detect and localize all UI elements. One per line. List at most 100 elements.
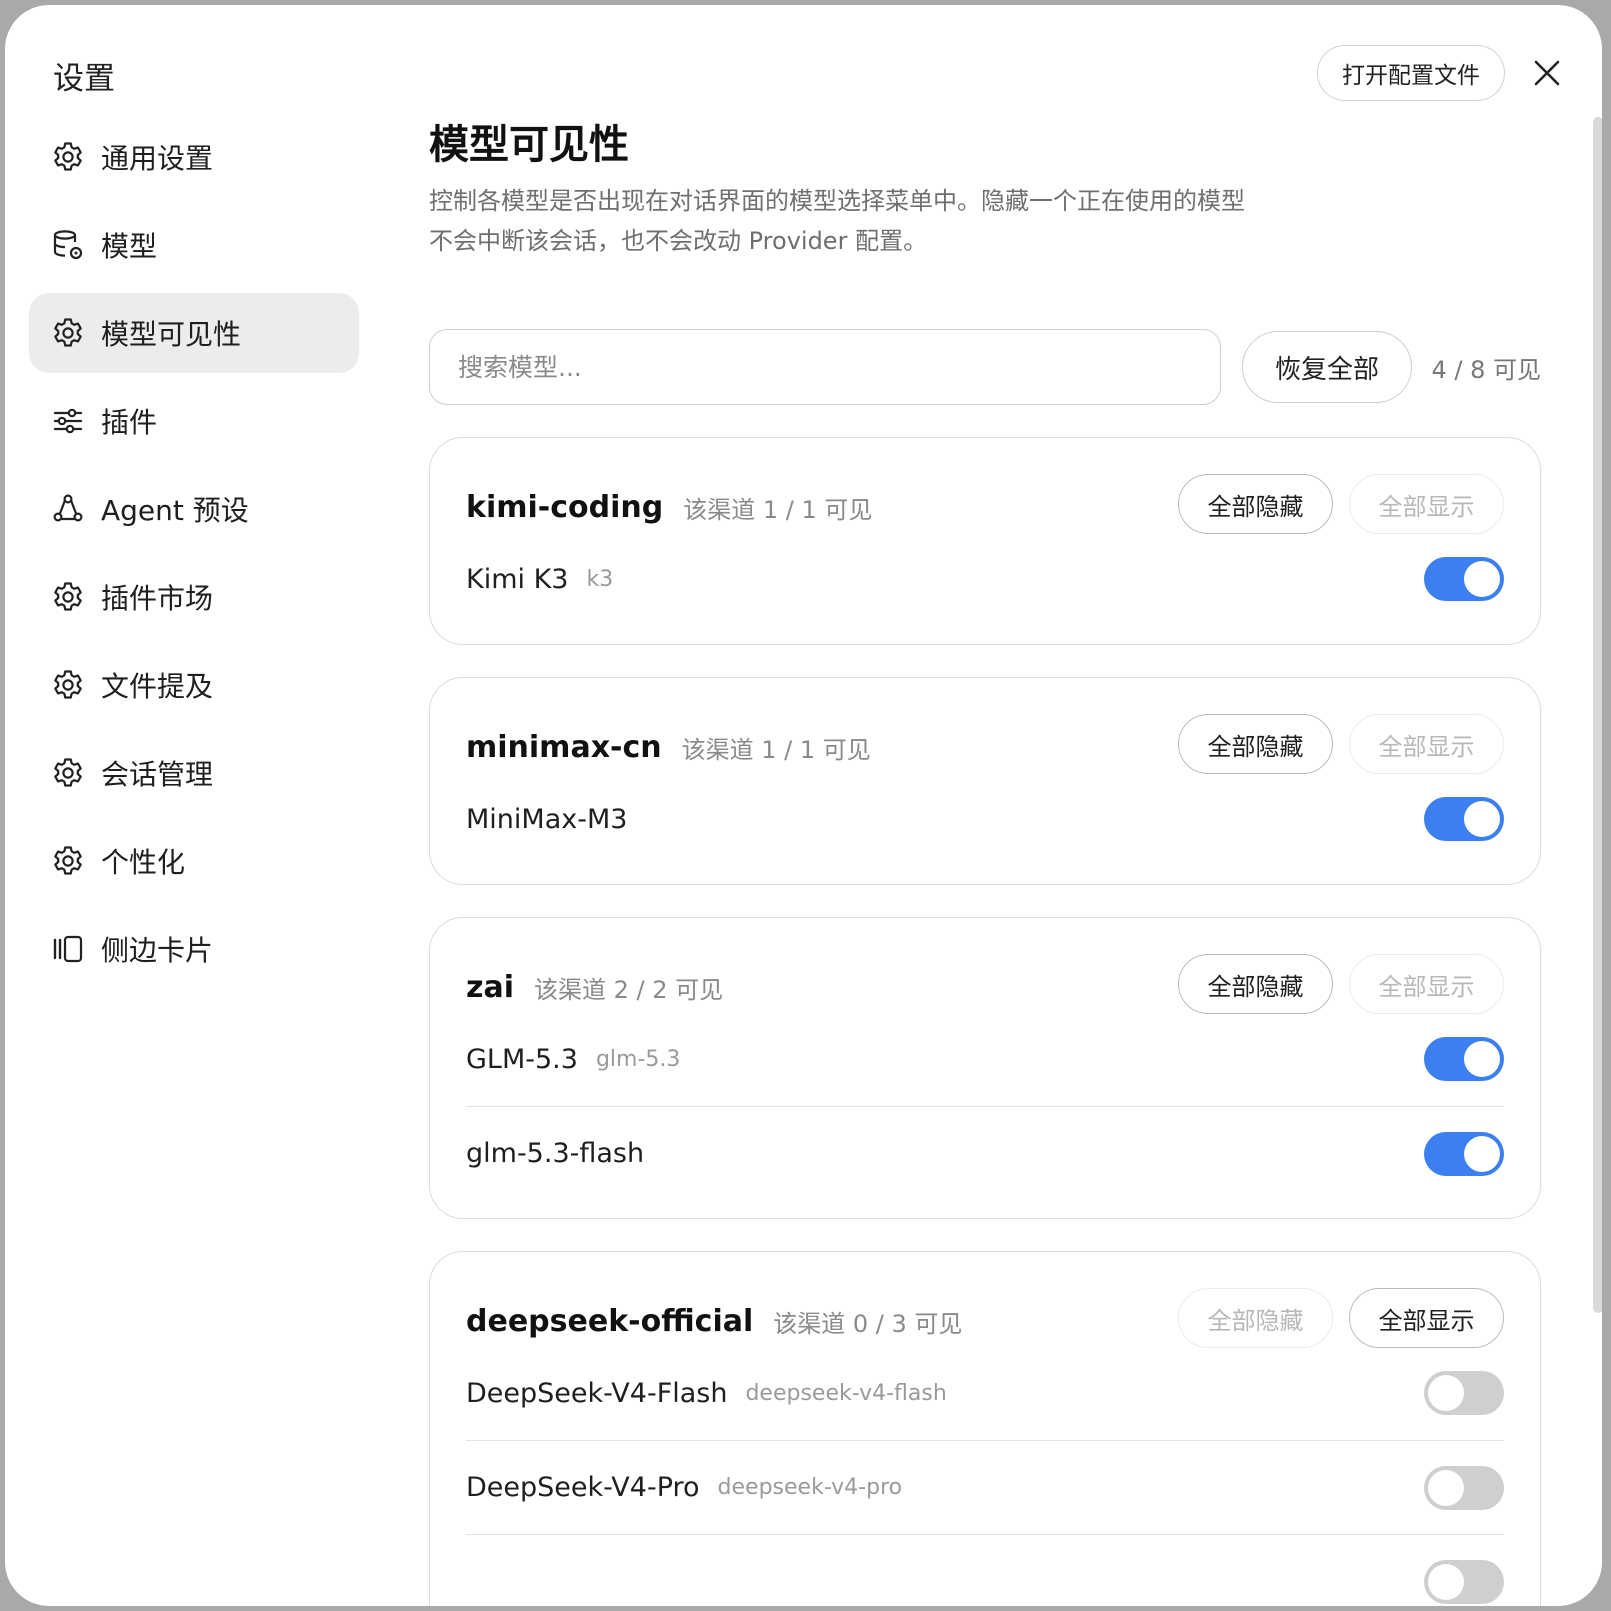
page-description: 控制各模型是否出现在对话界面的模型选择菜单中。隐藏一个正在使用的模型 不会中断该… <box>429 181 1329 261</box>
provider-visible-count: 该渠道 1 / 1 可见 <box>683 495 873 524</box>
toggle-knob <box>1428 1564 1464 1600</box>
toggle-knob <box>1464 1136 1500 1172</box>
sidebar-item-8[interactable]: 个性化 <box>29 821 359 901</box>
page-description-line-1: 控制各模型是否出现在对话界面的模型选择菜单中。隐藏一个正在使用的模型 <box>429 187 1245 215</box>
toggle-knob <box>1428 1470 1464 1506</box>
gear-icon <box>51 140 85 174</box>
settings-sidebar: 通用设置模型模型可见性插件 Agent 预设 插件市场文件提及会话管理个性化侧边卡片 <box>29 117 359 997</box>
page-description-line-2: 不会中断该会话，也不会改动 Provider 配置。 <box>429 227 928 255</box>
model-row: GLM-5.3 glm-5.3 <box>466 1012 1504 1106</box>
provider-groups: kimi-coding 该渠道 1 / 1 可见 全部隐藏 全部显示 Kimi K3 k3… <box>429 437 1541 1606</box>
hide-all-button[interactable]: 全部隐藏 <box>1178 714 1333 774</box>
model-visibility-toggle[interactable] <box>1424 1037 1504 1081</box>
model-visibility-toggle[interactable] <box>1424 1466 1504 1510</box>
group-padding <box>466 626 1504 644</box>
provider-visible-count: 该渠道 2 / 2 可见 <box>534 975 724 1004</box>
hide-all-button[interactable]: 全部隐藏 <box>1178 474 1333 534</box>
sidebar-item-1[interactable]: 模型 <box>29 205 359 285</box>
sidebar-item-label: Agent 预设 <box>101 494 249 527</box>
model-row: MiniMax-M3 <box>466 772 1504 866</box>
model-visibility-panel: 模型可见性 控制各模型是否出现在对话界面的模型选择菜单中。隐藏一个正在使用的模型… <box>429 117 1541 1606</box>
sidebar-item-2[interactable]: 模型可见性 <box>29 293 359 373</box>
open-config-file-button[interactable]: 打开配置文件 <box>1317 45 1505 101</box>
sidebar-item-label: 会话管理 <box>101 758 214 791</box>
show-all-button[interactable]: 全部显示 <box>1349 1288 1504 1348</box>
provider-group-actions: 全部隐藏 全部显示 <box>1178 1288 1504 1348</box>
restore-all-button[interactable]: 恢复全部 <box>1242 331 1412 403</box>
model-visibility-toggle[interactable] <box>1424 1132 1504 1176</box>
provider-visible-count: 该渠道 1 / 1 可见 <box>681 735 871 764</box>
provider-name: deepseek-official <box>466 1303 754 1339</box>
gear-icon <box>51 668 85 702</box>
side-cards-icon <box>51 932 85 966</box>
scrollbar-thumb[interactable] <box>1593 117 1602 1313</box>
provider-name: minimax-cn <box>466 729 662 765</box>
sliders-icon <box>51 404 85 438</box>
provider-group-kimi-coding: kimi-coding 该渠道 1 / 1 可见 全部隐藏 全部显示 Kimi K3 k3 <box>429 437 1541 645</box>
sidebar-item-label: 侧边卡片 <box>101 934 214 967</box>
provider-group-actions: 全部隐藏 全部显示 <box>1178 714 1504 774</box>
sidebar-item-6[interactable]: 文件提及 <box>29 645 359 725</box>
provider-group-deepseek-official: deepseek-official 该渠道 0 / 3 可见 全部隐藏 全部显示 Dee… <box>429 1251 1541 1606</box>
model-id: k3 <box>586 566 614 592</box>
model-name: glm-5.3-flash <box>466 1138 645 1169</box>
model-name: GLM-5.3 <box>466 1043 578 1075</box>
sidebar-item-9[interactable]: 侧边卡片 <box>29 909 359 989</box>
model-row: DeepSeek-V4-Flash deepseek-v4-flash <box>466 1346 1504 1440</box>
visible-count: 4 / 8 可见 <box>1431 355 1541 384</box>
search-models-input[interactable] <box>429 329 1221 405</box>
toggle-knob <box>1464 561 1500 597</box>
database-gear-icon <box>51 228 85 262</box>
model-row: glm-5.3-flash <box>466 1106 1504 1200</box>
model-row: DeepSeek-V4-Pro deepseek-v4-pro <box>466 1440 1504 1534</box>
gear-icon <box>51 756 85 790</box>
close-icon[interactable] <box>1531 57 1563 89</box>
model-name: DeepSeek-V4-Pro <box>466 1472 700 1503</box>
agent-nodes-icon <box>51 492 85 526</box>
model-visibility-toggle[interactable] <box>1424 557 1504 601</box>
provider-visible-count: 该渠道 0 / 3 可见 <box>773 1309 963 1338</box>
provider-group-actions: 全部隐藏 全部显示 <box>1178 474 1504 534</box>
provider-group-actions: 全部隐藏 全部显示 <box>1178 954 1504 1014</box>
hide-all-button[interactable]: 全部隐藏 <box>1178 1288 1333 1348</box>
model-id: deepseek-v4-pro <box>717 1475 903 1500</box>
settings-window: 设置 打开配置文件 通用设置模型模型可见性插件 Agent 预设 插件市场文件提及会… <box>5 5 1602 1606</box>
model-id: glm-5.3 <box>595 1046 681 1072</box>
sidebar-item-3[interactable]: 插件 <box>29 381 359 461</box>
sidebar-item-label: 通用设置 <box>101 142 214 175</box>
provider-group-zai: zai 该渠道 2 / 2 可见 全部隐藏 全部显示 GLM-5.3 glm-5.3 glm… <box>429 917 1541 1219</box>
toolbar: 恢复全部 4 / 8 可见 <box>429 329 1541 405</box>
provider-name: kimi-coding <box>466 489 664 525</box>
provider-group-minimax-cn: minimax-cn 该渠道 1 / 1 可见 全部隐藏 全部显示 MiniMax-M3 <box>429 677 1541 885</box>
sidebar-item-label: 文件提及 <box>101 670 214 703</box>
sidebar-item-5[interactable]: 插件市场 <box>29 557 359 637</box>
window-title: 设置 <box>53 61 115 97</box>
model-row <box>466 1534 1504 1606</box>
model-id: deepseek-v4-flash <box>745 1380 947 1406</box>
model-name: MiniMax-M3 <box>466 803 628 835</box>
sidebar-item-label: 模型 <box>101 230 158 263</box>
sidebar-item-label: 插件 <box>101 406 158 439</box>
provider-name: zai <box>466 969 514 1005</box>
show-all-button[interactable]: 全部显示 <box>1349 474 1504 534</box>
sidebar-item-7[interactable]: 会话管理 <box>29 733 359 813</box>
show-all-button[interactable]: 全部显示 <box>1349 714 1504 774</box>
show-all-button[interactable]: 全部显示 <box>1349 954 1504 1014</box>
model-row: Kimi K3 k3 <box>466 532 1504 626</box>
gear-icon <box>51 580 85 614</box>
toggle-knob <box>1428 1375 1464 1411</box>
toggle-knob <box>1464 801 1500 837</box>
hide-all-button[interactable]: 全部隐藏 <box>1178 954 1333 1014</box>
sidebar-item-0[interactable]: 通用设置 <box>29 117 359 197</box>
model-visibility-toggle[interactable] <box>1424 1560 1504 1604</box>
model-visibility-toggle[interactable] <box>1424 797 1504 841</box>
toggle-knob <box>1464 1041 1500 1077</box>
sidebar-item-label: 模型可见性 <box>101 318 242 351</box>
sidebar-item-label: 插件市场 <box>101 582 214 615</box>
sidebar-item-label: 个性化 <box>101 846 186 879</box>
group-padding <box>466 866 1504 884</box>
group-padding <box>466 1200 1504 1218</box>
sidebar-item-4[interactable]: Agent 预设 <box>29 469 359 549</box>
model-visibility-toggle[interactable] <box>1424 1371 1504 1415</box>
gear-icon <box>51 844 85 878</box>
